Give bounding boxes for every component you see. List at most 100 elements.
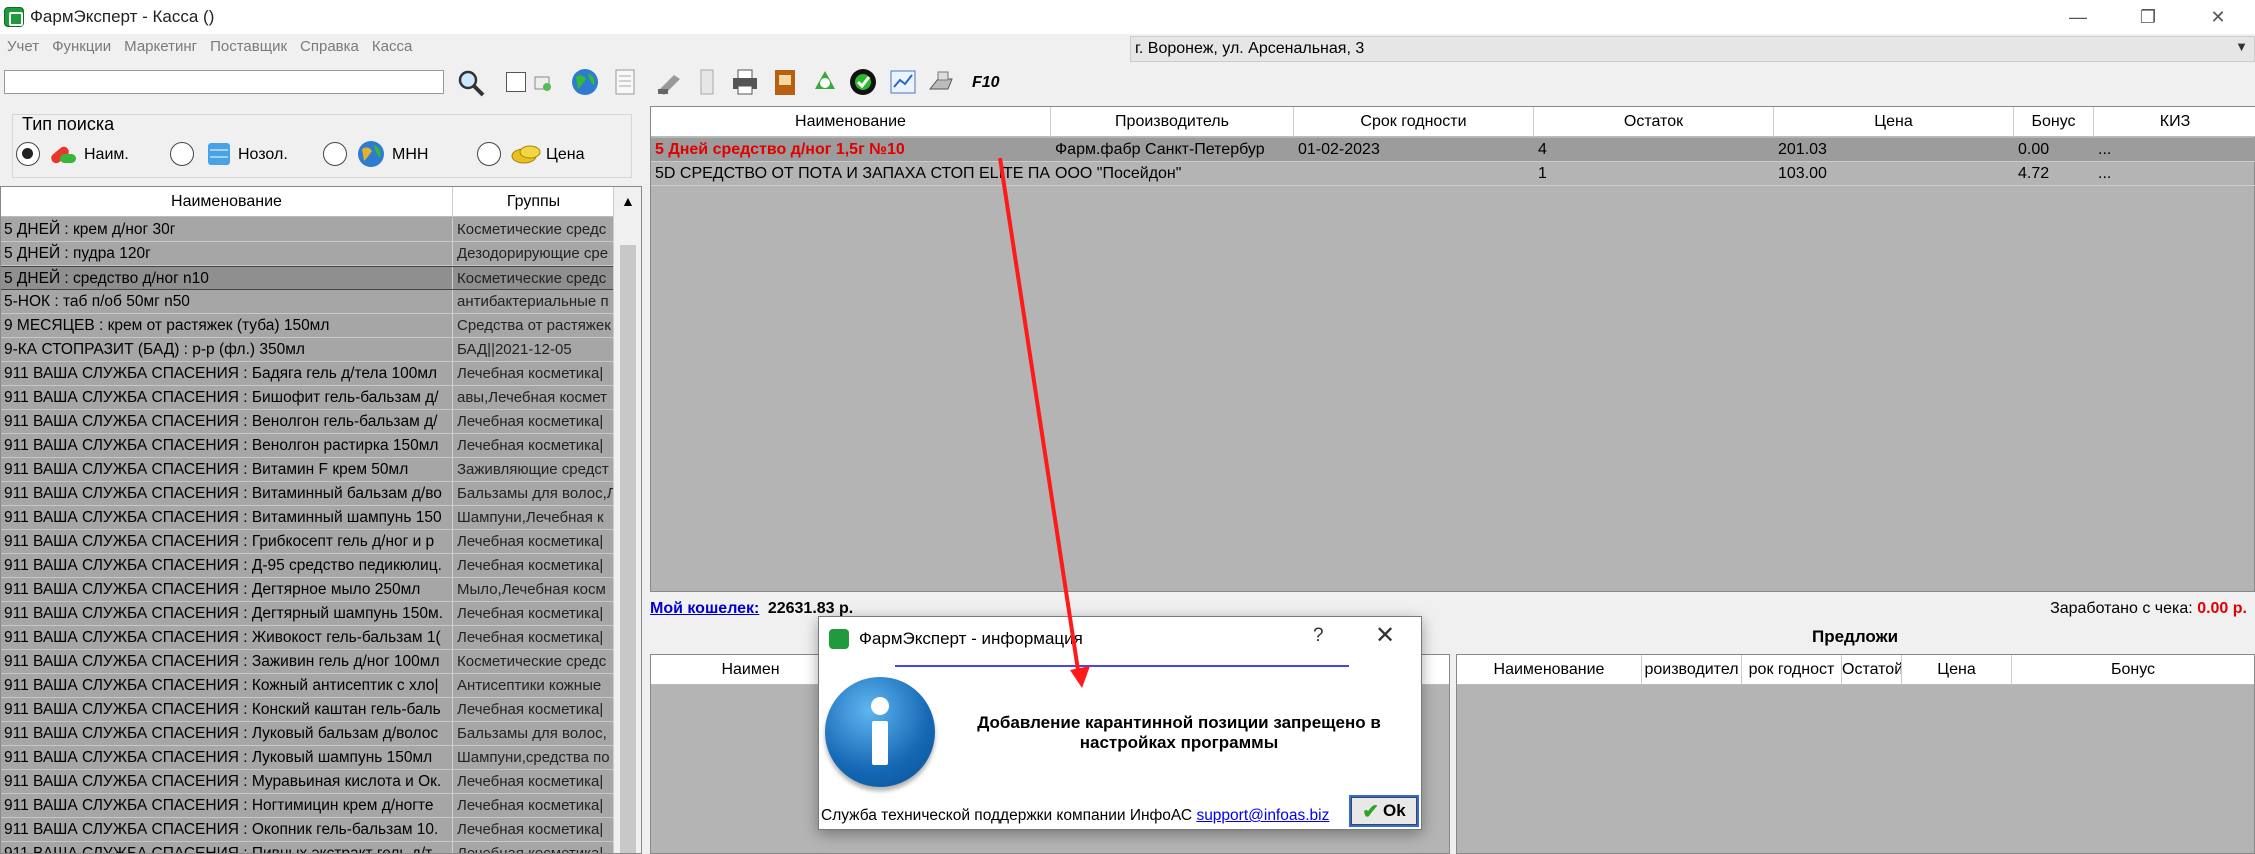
product-name: 911 ВАША СЛУЖБА СПАСЕНИЯ : Дегтярный шам… — [4, 605, 443, 622]
stock-table[interactable]: Наименование Производитель Срок годности… — [650, 106, 2255, 592]
product-group: Дезодорирующие сре — [457, 245, 609, 262]
checkbox[interactable] — [506, 72, 526, 92]
table-row[interactable]: 5 ДНЕЙ : средство д/ног n10 Косметические… — [1, 266, 613, 290]
scanner-icon[interactable] — [654, 67, 684, 97]
table-row[interactable]: 911 ВАША СЛУЖБА СПАСЕНИЯ : Ногтимицин кр… — [1, 794, 613, 818]
table-row[interactable]: 9-КА СТОПРАЗИТ (БАД) : р-р (фл.) 350мл БА… — [1, 338, 613, 362]
table-row[interactable]: 911 ВАША СЛУЖБА СПАСЕНИЯ : Луковый шампу… — [1, 746, 613, 770]
cell-maker: Фарм.фабр Санкт-Петербур — [1055, 141, 1265, 158]
menu-funkcii[interactable]: Функции — [52, 36, 111, 58]
table-row[interactable]: 911 ВАША СЛУЖБА СПАСЕНИЯ : Живокост гель… — [1, 626, 613, 650]
column-header-stock[interactable]: Остаток — [1534, 107, 1774, 137]
column-header-groups[interactable]: Группы — [453, 187, 615, 217]
table-row[interactable]: 911 ВАША СЛУЖБА СПАСЕНИЯ : Дегтярный шам… — [1, 602, 613, 626]
support-email-link[interactable]: support@infoas.biz — [1196, 807, 1329, 824]
table-row[interactable]: 9 МЕСЯЦЕВ : крем от растяжек (туба) 150м… — [1, 314, 613, 338]
table-row[interactable]: 911 ВАША СЛУЖБА СПАСЕНИЯ : Бишофит гель-… — [1, 386, 613, 410]
table-row[interactable]: 911 ВАША СЛУЖБА СПАСЕНИЯ : Д-95 средство… — [1, 554, 613, 578]
search-by-price-radio[interactable] — [477, 142, 501, 166]
document-icon[interactable] — [610, 67, 640, 97]
table-row[interactable]: 911 ВАША СЛУЖБА СПАСЕНИЯ : Муравьиная ки… — [1, 770, 613, 794]
antivirus-icon[interactable] — [848, 67, 878, 97]
table-row[interactable]: 911 ВАША СЛУЖБА СПАСЕНИЯ : Дегтярное мыл… — [1, 578, 613, 602]
column-header-price[interactable]: Цена — [1902, 655, 2012, 685]
wallet-link[interactable]: Мой кошелек: — [650, 600, 759, 617]
table-row[interactable]: 911 ВАША СЛУЖБА СПАСЕНИЯ : Витаминный ба… — [1, 482, 613, 506]
dialog-close-button[interactable]: ✕ — [1375, 621, 1395, 650]
recycle-icon[interactable] — [810, 67, 840, 97]
cash-register-icon[interactable] — [926, 67, 956, 97]
cell-kiz: ... — [2098, 165, 2112, 182]
minimize-button[interactable]: — — [2055, 0, 2101, 34]
chart-window-icon[interactable] — [888, 67, 918, 97]
column-header-expiry[interactable]: Срок годности — [1294, 107, 1534, 137]
column-header-manufacturer[interactable]: роизводител — [1642, 655, 1742, 685]
menu-spravka[interactable]: Справка — [300, 36, 359, 58]
ok-button[interactable]: ✔ Ok — [1349, 795, 1419, 827]
globe-icon[interactable] — [570, 67, 600, 97]
f10-hotkey-label[interactable]: F10 — [972, 74, 1000, 92]
pills-icon — [51, 146, 76, 164]
product-list-table[interactable]: Наименование Группы 5 ДНЕЙ : крем д/ног … — [0, 186, 642, 854]
column-header-bonus[interactable]: Бонус — [2014, 107, 2094, 137]
column-header-kiz[interactable]: КИЗ — [2094, 107, 2255, 137]
table-row[interactable]: 911 ВАША СЛУЖБА СПАСЕНИЯ : Витаминный ша… — [1, 506, 613, 530]
progress-line — [895, 665, 1349, 667]
offers-table[interactable]: Наименование роизводител рок годност Ост… — [1456, 654, 2255, 854]
cell-stock: 4 — [1538, 141, 1547, 158]
table-row[interactable]: 911 ВАША СЛУЖБА СПАСЕНИЯ : Витамин F кре… — [1, 458, 613, 482]
scrollbar-thumb[interactable] — [620, 245, 636, 853]
column-header-name[interactable]: Наименование — [651, 107, 1051, 137]
search-by-name-radio[interactable] — [16, 142, 40, 166]
table-row[interactable]: 911 ВАША СЛУЖБА СПАСЕНИЯ : Венолгон раст… — [1, 434, 613, 458]
search-by-name-label: Наим. — [84, 146, 129, 163]
table-row[interactable]: 911 ВАША СЛУЖБА СПАСЕНИЯ : Пивных экстра… — [1, 842, 613, 853]
product-group: Бальзамы для волос, — [457, 725, 607, 742]
table-row[interactable]: 911 ВАША СЛУЖБА СПАСЕНИЯ : Венолгон гель… — [1, 410, 613, 434]
table-row[interactable]: 911 ВАША СЛУЖБА СПАСЕНИЯ : Бадяга гель д… — [1, 362, 613, 386]
search-input[interactable] — [4, 70, 444, 94]
scroll-up-icon[interactable]: ▲ — [621, 193, 635, 209]
column-header-price[interactable]: Цена — [1774, 107, 2014, 137]
table-row[interactable]: 911 ВАША СЛУЖБА СПАСЕНИЯ : Луковый бальз… — [1, 722, 613, 746]
table-row[interactable]: 911 ВАША СЛУЖБА СПАСЕНИЯ : Конский кашта… — [1, 698, 613, 722]
table-row[interactable]: 911 ВАША СЛУЖБА СПАСЕНИЯ : Окопник гель-… — [1, 818, 613, 842]
column-header-name[interactable]: Наименование — [1457, 655, 1642, 685]
menu-uchet[interactable]: Учет — [7, 36, 39, 58]
column-header-manufacturer[interactable]: Производитель — [1051, 107, 1294, 137]
close-button[interactable]: ✕ — [2195, 0, 2241, 34]
search-by-inn-radio[interactable] — [323, 142, 347, 166]
column-header-expiry[interactable]: рок годност — [1742, 655, 1842, 685]
search-icon[interactable] — [456, 68, 486, 98]
print-icon[interactable] — [730, 67, 760, 97]
table-row[interactable]: 5 ДНЕЙ : крем д/ног 30г Косметические сре… — [1, 218, 613, 242]
barcode-icon[interactable] — [532, 72, 554, 94]
table-row[interactable]: 911 ВАША СЛУЖБА СПАСЕНИЯ : Грибкосепт ге… — [1, 530, 613, 554]
table-row[interactable]: 5-НОК : таб п/об 50мг n50 антибактериальн… — [1, 290, 613, 314]
book-icon[interactable] — [770, 67, 800, 97]
cell-name: 5 Дней средство д/ног 1,5г №10 — [655, 141, 905, 158]
column-header-name[interactable]: Наименование — [1, 187, 453, 217]
table-row[interactable]: 911 ВАША СЛУЖБА СПАСЕНИЯ : Заживин гель … — [1, 650, 613, 674]
pharmacy-address-select[interactable]: г. Воронеж, ул. Арсенальная, 3 ▼ — [1130, 36, 2255, 62]
receipt-icon[interactable] — [692, 67, 722, 97]
table-row[interactable]: 911 ВАША СЛУЖБА СПАСЕНИЯ : Кожный антисе… — [1, 674, 613, 698]
menu-kassa[interactable]: Касса — [372, 36, 412, 58]
column-header-bonus[interactable]: Бонус — [2012, 655, 2254, 685]
column-header-stock[interactable]: Остатой — [1842, 655, 1902, 685]
product-name: 911 ВАША СЛУЖБА СПАСЕНИЯ : Луковый бальз… — [4, 725, 439, 742]
table-row[interactable]: 5D СРЕДСТВО ОТ ПОТА И ЗАПАХА СТОП ELITE … — [651, 162, 2255, 186]
menu-marketing[interactable]: Маркетинг — [124, 36, 197, 58]
cell-expiry — [1294, 162, 1534, 186]
menu-postavshik[interactable]: Поставщик — [210, 36, 287, 58]
chevron-down-icon[interactable]: ▼ — [2235, 39, 2248, 54]
vertical-scrollbar[interactable]: ▲ — [613, 187, 641, 853]
search-by-nosology-radio[interactable] — [170, 142, 194, 166]
product-name: 911 ВАША СЛУЖБА СПАСЕНИЯ : Д-95 средство… — [4, 557, 442, 574]
product-group: Шампуни,Лечебная к — [457, 509, 604, 526]
restore-button[interactable]: ❐ — [2125, 0, 2171, 34]
address-value: г. Воронеж, ул. Арсенальная, 3 — [1135, 40, 1365, 57]
table-row[interactable]: 5 Дней средство д/ног 1,5г №10 Фарм.фабр … — [651, 138, 2255, 162]
help-button[interactable]: ? — [1313, 625, 1324, 647]
table-row[interactable]: 5 ДНЕЙ : пудра 120г Дезодорирующие сре — [1, 242, 613, 266]
